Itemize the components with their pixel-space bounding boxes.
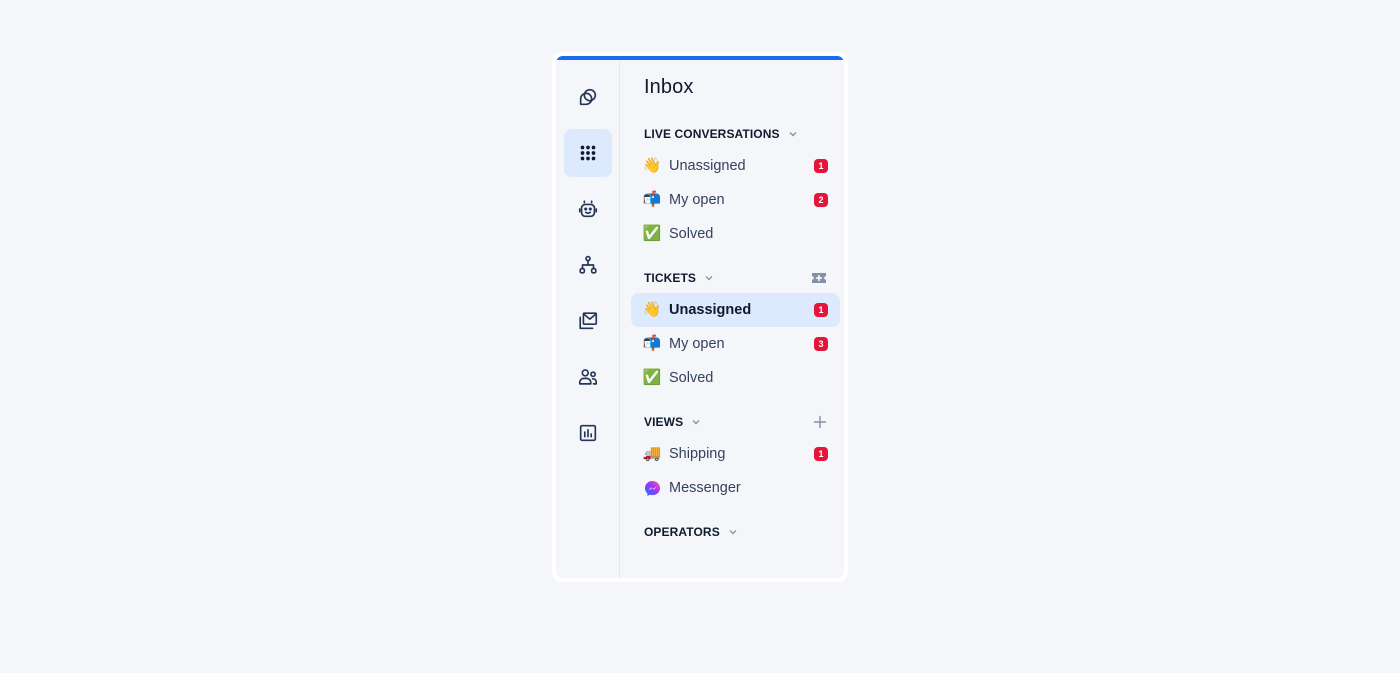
inbox-card: Inbox LIVE CONVERSATIONS 👋 Unassigned 1 …	[552, 52, 848, 582]
list-item-label: Solved	[669, 226, 714, 242]
list-item-label: Messenger	[669, 480, 741, 496]
chevron-down-icon[interactable]	[728, 527, 738, 537]
section-title: OPERATORS	[644, 525, 720, 539]
hierarchy-icon	[578, 255, 597, 274]
section-title: VIEWS	[644, 415, 684, 429]
list-item-tickets-solved[interactable]: ✅ Solved	[631, 361, 840, 395]
icon-rail	[556, 56, 620, 578]
count-badge: 1	[814, 447, 828, 461]
rail-analytics-button[interactable]	[564, 409, 612, 457]
chevron-down-icon[interactable]	[691, 417, 701, 427]
inbox-panel: Inbox LIVE CONVERSATIONS 👋 Unassigned 1 …	[620, 56, 844, 578]
plus-icon	[813, 415, 827, 429]
rail-inbox-button[interactable]	[564, 297, 612, 345]
page-title: Inbox	[644, 76, 694, 98]
waving-hand-icon: 👋	[642, 157, 662, 174]
waving-hand-icon: 👋	[642, 301, 662, 318]
section-views-header[interactable]: VIEWS	[644, 413, 827, 431]
list-item-label: Shipping	[669, 446, 726, 462]
chevron-down-icon[interactable]	[788, 129, 798, 139]
rail-apps-button[interactable]	[563, 129, 612, 177]
rail-flows-button[interactable]	[564, 241, 612, 289]
list-item-label: My open	[669, 336, 725, 352]
list-item-label: Unassigned	[669, 158, 746, 174]
rail-logo-button[interactable]	[564, 73, 612, 121]
list-item-live-solved[interactable]: ✅ Solved	[631, 217, 840, 251]
list-item-views-shipping[interactable]: 🚚 Shipping 1	[631, 437, 840, 471]
chevron-down-icon[interactable]	[704, 273, 714, 283]
count-badge: 3	[814, 337, 828, 351]
mailbox-icon: 📬	[642, 191, 662, 208]
section-operators-header[interactable]: OPERATORS	[644, 523, 827, 541]
list-item-live-my-open[interactable]: 📬 My open 2	[631, 183, 840, 217]
new-ticket-button[interactable]	[811, 272, 827, 284]
count-badge: 2	[814, 193, 828, 207]
list-item-live-unassigned[interactable]: 👋 Unassigned 1	[631, 149, 840, 183]
list-item-tickets-unassigned[interactable]: 👋 Unassigned 1	[631, 293, 840, 327]
add-view-button[interactable]	[813, 415, 827, 429]
ticket-plus-icon	[812, 273, 826, 283]
messenger-icon	[643, 479, 661, 497]
list-item-tickets-my-open[interactable]: 📬 My open 3	[631, 327, 840, 361]
section-tickets-header[interactable]: TICKETS	[644, 269, 827, 287]
overlap-shapes-icon	[579, 88, 596, 106]
section-live-conversations-header[interactable]: LIVE CONVERSATIONS	[644, 125, 827, 143]
list-item-label: Solved	[669, 370, 714, 386]
check-mark-icon: ✅	[642, 225, 662, 242]
inbox-card-inner: Inbox LIVE CONVERSATIONS 👋 Unassigned 1 …	[556, 56, 844, 578]
list-item-label: My open	[669, 192, 725, 208]
list-item-label: Unassigned	[669, 302, 752, 318]
robot-icon	[578, 200, 597, 218]
list-item-views-messenger[interactable]: Messenger	[631, 471, 840, 505]
mailbox-icon: 📬	[642, 335, 662, 352]
count-badge: 1	[814, 303, 828, 317]
count-badge: 1	[814, 159, 828, 173]
users-icon	[578, 369, 597, 385]
delivery-truck-icon: 🚚	[642, 445, 662, 462]
bar-chart-icon	[579, 424, 596, 442]
rail-bot-button[interactable]	[564, 185, 612, 233]
grid-dots-icon	[580, 145, 595, 161]
check-mark-icon: ✅	[642, 369, 662, 386]
section-title: TICKETS	[644, 271, 697, 285]
section-title: LIVE CONVERSATIONS	[644, 127, 780, 141]
mail-stack-icon	[578, 312, 597, 330]
rail-contacts-button[interactable]	[564, 353, 612, 401]
